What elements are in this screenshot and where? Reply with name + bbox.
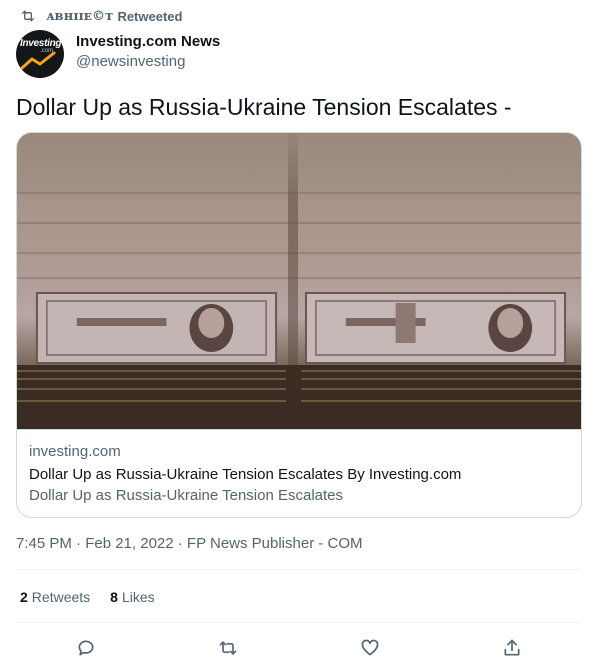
retweets-stat[interactable]: 2 Retweets xyxy=(20,587,90,607)
tweet-stats: 2 Retweets 8 Likes xyxy=(20,587,175,607)
avatar[interactable]: Investing .com xyxy=(16,30,64,78)
tweet-timestamp[interactable]: 7:45 PM · Feb 21, 2022 · FP News Publish… xyxy=(16,534,363,554)
tweet-text: Dollar Up as Russia-Ukraine Tension Esca… xyxy=(16,94,512,120)
card-body: investing.com Dollar Up as Russia-Ukrain… xyxy=(17,429,581,517)
card-image xyxy=(17,133,581,429)
author-display-name[interactable]: Investing.com News xyxy=(76,32,220,52)
like-icon xyxy=(361,639,379,656)
like-button[interactable] xyxy=(356,634,384,662)
divider xyxy=(16,622,582,623)
share-button[interactable] xyxy=(498,634,526,662)
likes-stat[interactable]: 8 Likes xyxy=(110,587,154,607)
reply-icon xyxy=(78,640,94,656)
retweet-context[interactable]: ᴀʙʜɪɪᴇ©ᴛ Retweeted xyxy=(20,6,182,26)
action-bar xyxy=(16,634,582,662)
retweets-label: Retweets xyxy=(31,589,91,605)
trend-line-icon xyxy=(20,51,56,70)
retweets-count: 2 xyxy=(20,589,28,605)
tweet-author: Investing .com Investing.com News @newsi… xyxy=(16,30,220,78)
share-icon xyxy=(504,639,520,656)
card-title: Dollar Up as Russia-Ukraine Tension Esca… xyxy=(29,466,462,483)
retweet-button[interactable] xyxy=(214,634,242,662)
link-card[interactable]: investing.com Dollar Up as Russia-Ukrain… xyxy=(16,132,582,518)
likes-count: 8 xyxy=(110,589,118,605)
card-description: Dollar Up as Russia-Ukraine Tension Esca… xyxy=(29,487,344,504)
card-domain: investing.com xyxy=(29,443,121,460)
retweeted-label: Retweeted xyxy=(117,8,183,24)
divider xyxy=(16,569,582,570)
likes-label: Likes xyxy=(121,589,155,605)
retweet-icon xyxy=(219,641,237,655)
reply-button[interactable] xyxy=(72,634,100,662)
retweeter-name[interactable]: ᴀʙʜɪɪᴇ©ᴛ xyxy=(46,9,113,24)
author-handle[interactable]: @newsinvesting xyxy=(76,52,220,72)
retweet-icon xyxy=(22,10,34,22)
